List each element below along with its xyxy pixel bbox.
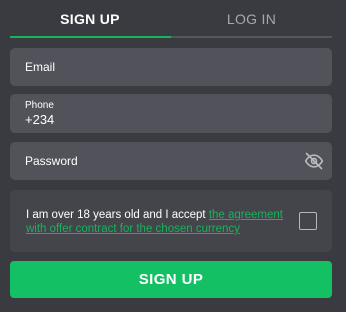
phone-value: +234 [25,112,55,127]
tab-sign-up[interactable]: SIGN UP [10,0,170,38]
agreement-prefix: I am over 18 years old and I accept [26,209,209,221]
phone-field[interactable]: Phone +234 [10,94,332,133]
email-placeholder: Email [25,60,56,74]
agreement-text: I am over 18 years old and I accept the … [26,208,288,236]
password-field[interactable]: Password [10,142,332,180]
password-placeholder: Password [25,154,78,168]
eye-slash-icon[interactable] [304,151,324,171]
sign-up-button[interactable]: SIGN UP [10,261,332,298]
auth-tabs: SIGN UP LOG IN [10,0,332,38]
active-tab-indicator [10,36,171,38]
email-field[interactable]: Email [10,48,332,86]
agreement-box: I am over 18 years old and I accept the … [10,190,332,252]
agreement-checkbox[interactable] [299,212,317,230]
tab-log-in[interactable]: LOG IN [171,0,332,38]
signup-form: SIGN UP LOG IN Email Phone +234 Password… [0,0,346,312]
phone-label: Phone [25,100,54,111]
